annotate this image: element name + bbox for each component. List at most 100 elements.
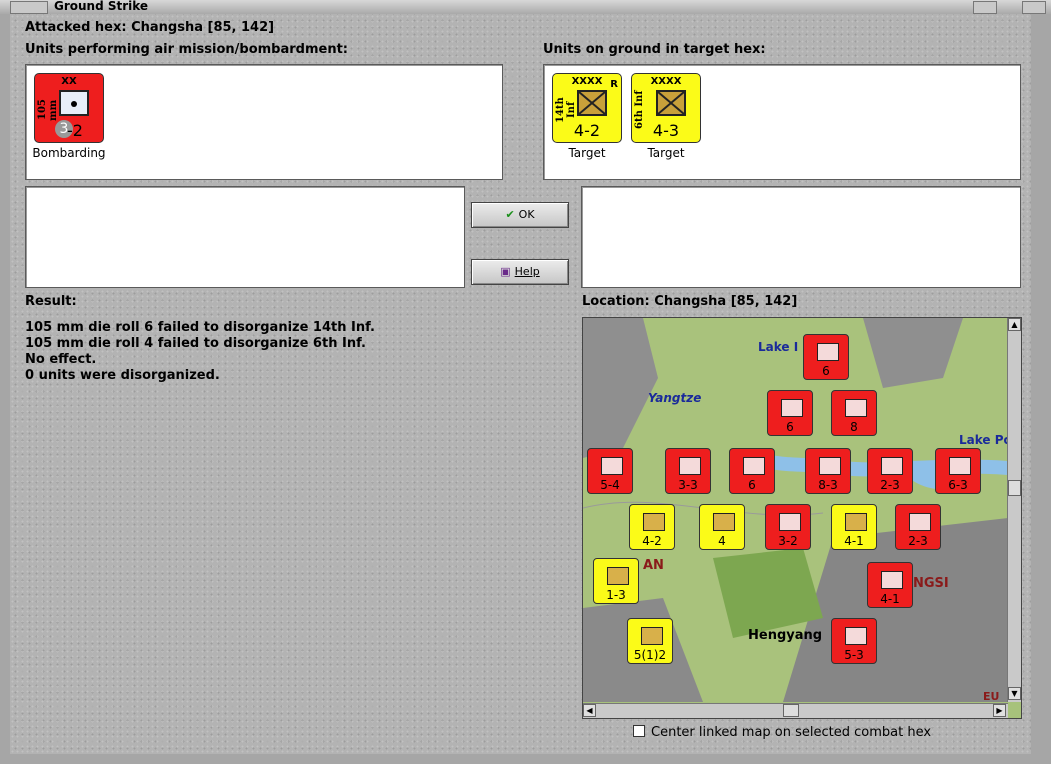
window-border-right <box>1031 14 1051 754</box>
minimize-button[interactable] <box>973 1 997 14</box>
map-unit-symbol-icon <box>845 399 867 417</box>
ok-button-label: OK <box>518 208 535 221</box>
unit-counter-6th-inf[interactable]: XXXX 6th Inf 4-3 <box>631 73 701 143</box>
help-book-icon: ▣ <box>500 265 511 278</box>
map-unit-counter[interactable]: 3-3 <box>665 448 711 494</box>
infantry-symbol-icon <box>656 90 686 116</box>
map-unit-counter[interactable]: 3-2 <box>765 504 811 550</box>
result-line: 0 units were disorganized. <box>25 368 220 383</box>
map-unit-strength: 4-1 <box>880 592 900 606</box>
defender-info-panel <box>581 186 1021 288</box>
map-unit-counter[interactable]: 2-3 <box>895 504 941 550</box>
scroll-right-arrow-icon[interactable]: ▶ <box>993 704 1006 717</box>
map-unit-counter[interactable]: 6-3 <box>935 448 981 494</box>
map-unit-symbol-icon <box>845 513 867 531</box>
checkmark-icon: ✔ <box>505 208 515 221</box>
system-menu-icon[interactable] <box>10 1 48 14</box>
map-unit-symbol-icon <box>601 457 623 475</box>
artillery-symbol-icon <box>59 90 89 116</box>
map-unit-strength: 5(1)2 <box>633 648 667 662</box>
title-bar: Ground Strike <box>0 0 1051 15</box>
map-unit-strength: 3-2 <box>778 534 798 548</box>
help-button[interactable]: ▣ Help <box>471 259 569 285</box>
map-label-ngsi: NGSI <box>913 576 949 591</box>
attacked-hex-label: Attacked hex: Changsha [85, 142] <box>25 20 275 35</box>
unit-size: XX <box>61 76 77 87</box>
unit-caption: Bombarding <box>32 146 106 160</box>
map-unit-counter[interactable]: 6 <box>767 390 813 436</box>
map-unit-strength: 6 <box>822 364 830 378</box>
unit-strength: 4-2 <box>573 121 601 140</box>
map-unit-counter[interactable]: 2-3 <box>867 448 913 494</box>
reserve-flag: R <box>610 79 618 90</box>
scroll-thumb[interactable] <box>783 704 799 717</box>
map-unit-counter[interactable]: 5-3 <box>831 618 877 664</box>
map-horizontal-scrollbar[interactable]: ◀ ▶ <box>583 703 1008 718</box>
map-unit-symbol-icon <box>949 457 971 475</box>
window-border-bottom <box>0 754 1051 764</box>
unit-counter-14th-inf[interactable]: XXXX R 14th Inf 4-2 <box>552 73 622 143</box>
result-line: 105 mm die roll 4 failed to disorganize … <box>25 336 366 351</box>
map-unit-strength: 5-3 <box>844 648 864 662</box>
map-label-yangtze: Yangtze <box>648 391 702 405</box>
air-units-panel: XX 105 mm 3 -2 Bombarding <box>25 64 503 180</box>
map-unit-counter[interactable]: 8-3 <box>805 448 851 494</box>
ground-units-panel: XXXX R 14th Inf 4-2 Target XXXX 6th Inf … <box>543 64 1021 180</box>
location-label: Location: Changsha [85, 142] <box>582 294 798 309</box>
map-unit-counter[interactable]: 4-1 <box>867 562 913 608</box>
map-label-hengyang: Hengyang <box>748 628 823 643</box>
map-vertical-scrollbar[interactable]: ▲ ▼ <box>1007 318 1021 702</box>
scroll-thumb[interactable] <box>1008 480 1021 496</box>
unit-strength: 4-3 <box>652 121 680 140</box>
map-unit-strength: 8-3 <box>818 478 838 492</box>
unit-size: XXXX <box>650 76 682 87</box>
result-line: No effect. <box>25 352 97 367</box>
result-label: Result: <box>25 294 77 309</box>
map-unit-counter[interactable]: 8 <box>831 390 877 436</box>
map-unit-symbol-icon <box>909 513 931 531</box>
center-map-option[interactable]: Center linked map on selected combat hex <box>633 725 931 740</box>
ok-button[interactable]: ✔ OK <box>471 202 569 228</box>
unit-caption: Target <box>568 146 606 160</box>
map-unit-counter[interactable]: 4 <box>699 504 745 550</box>
result-text: 105 mm die roll 6 failed to disorganize … <box>25 320 375 384</box>
map-unit-symbol-icon <box>779 513 801 531</box>
map-label-eu: EU <box>983 690 1000 703</box>
map-unit-strength: 8 <box>850 420 858 434</box>
center-map-checkbox-label: Center linked map on selected combat hex <box>651 725 932 740</box>
air-units-label: Units performing air mission/bombardment… <box>25 42 349 57</box>
ground-strike-dialog: Attacked hex: Changsha [85, 142] Units p… <box>10 14 1031 754</box>
scroll-left-arrow-icon[interactable]: ◀ <box>583 704 596 717</box>
map-unit-symbol-icon <box>743 457 765 475</box>
window-title: Ground Strike <box>54 0 149 13</box>
map-unit-counter[interactable]: 5-4 <box>587 448 633 494</box>
map-unit-counter[interactable]: 5(1)2 <box>627 618 673 664</box>
map-unit-strength: 4-1 <box>844 534 864 548</box>
close-button[interactable] <box>1022 1 1046 14</box>
map-unit-strength: 4 <box>718 534 726 548</box>
map-unit-counter[interactable]: 4-2 <box>629 504 675 550</box>
unit-counter-105mm[interactable]: XX 105 mm 3 -2 <box>34 73 104 143</box>
map-unit-strength: 2-3 <box>908 534 928 548</box>
map-unit-counter[interactable]: 4-1 <box>831 504 877 550</box>
map-unit-symbol-icon <box>881 571 903 589</box>
infantry-symbol-icon <box>577 90 607 116</box>
scroll-down-arrow-icon[interactable]: ▼ <box>1008 687 1021 700</box>
map-unit-symbol-icon <box>845 627 867 645</box>
map-unit-symbol-icon <box>713 513 735 531</box>
map-unit-strength: 1-3 <box>606 588 626 602</box>
unit-caption: Target <box>647 146 685 160</box>
map-unit-strength: 6 <box>786 420 794 434</box>
map-unit-counter[interactable]: 6 <box>803 334 849 380</box>
unit-strength: -2 <box>67 121 83 140</box>
map-unit-symbol-icon <box>819 457 841 475</box>
map-unit-counter[interactable]: 1-3 <box>593 558 639 604</box>
ground-units-label: Units on ground in target hex: <box>543 42 766 57</box>
map-unit-strength: 5-4 <box>600 478 620 492</box>
map-label-lake: Lake I <box>758 340 799 354</box>
center-map-checkbox[interactable] <box>633 725 645 737</box>
scroll-up-arrow-icon[interactable]: ▲ <box>1008 318 1021 331</box>
map-unit-counter[interactable]: 6 <box>729 448 775 494</box>
mini-map[interactable]: Lake I Yangtze Lake Poy Hengyang NGSI AN… <box>582 317 1022 719</box>
map-unit-symbol-icon <box>881 457 903 475</box>
